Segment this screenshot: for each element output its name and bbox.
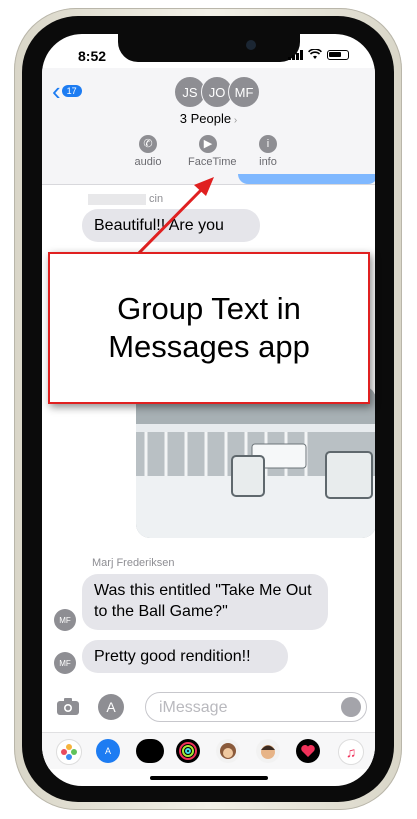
sender-name: cin (88, 193, 163, 205)
sender-name: Marj Frederiksen (92, 557, 175, 569)
header-actions: ✆ audio ▶ FaceTime i info (128, 135, 288, 168)
annotation-callout: Group Text in Messages app (48, 252, 370, 404)
app-store-button[interactable]: A (98, 694, 124, 720)
home-indicator[interactable] (150, 776, 268, 780)
info-icon: i (259, 135, 277, 153)
music-icon[interactable]: ♫ (338, 739, 364, 765)
video-icon: ▶ (199, 135, 217, 153)
activity-icon[interactable] (176, 739, 200, 763)
info-button[interactable]: i info (248, 135, 288, 168)
status-time: 8:52 (78, 48, 107, 64)
app-store-icon[interactable]: A (96, 739, 120, 763)
message-input[interactable]: iMessage (145, 692, 367, 722)
snowy-deck-photo[interactable] (136, 386, 375, 538)
monkey-memoji-icon[interactable] (216, 739, 240, 763)
phone-icon: ✆ (139, 135, 157, 153)
battery-icon (327, 49, 349, 60)
redacted-name (88, 193, 146, 205)
signal-icon (288, 49, 303, 60)
message-bubble[interactable]: Was this entitled "Take Me Out to the Ba… (82, 574, 328, 630)
message-bubble[interactable]: Pretty good rendition!! (82, 640, 288, 673)
group-title-label: 3 People (179, 111, 232, 126)
heart-icon[interactable] (296, 739, 320, 763)
previous-sent-bubble (238, 174, 375, 184)
wifi-icon (308, 49, 322, 59)
photos-icon[interactable] (56, 739, 82, 765)
audio-message-icon[interactable] (341, 697, 361, 717)
facetime-label: FaceTime (188, 156, 237, 168)
unread-count-badge: 17 (61, 85, 82, 97)
memoji-icon[interactable] (256, 739, 280, 763)
avatar: MF (54, 609, 76, 631)
photo-image (136, 386, 375, 538)
app-store-icon: A (106, 699, 116, 715)
audio-label: audio (134, 156, 162, 168)
message-input-placeholder: iMessage (159, 699, 228, 716)
chevron-left-icon: ‹ (52, 76, 61, 106)
chevron-right-icon: › (231, 115, 238, 126)
message-bubble[interactable]: Beautiful!! Are you (82, 209, 260, 242)
camera-icon[interactable] (56, 698, 80, 716)
group-avatars[interactable]: JS JO MF (174, 76, 264, 108)
back-button[interactable]: ‹ 17 (52, 76, 82, 106)
facetime-button[interactable]: ▶ FaceTime (188, 135, 237, 168)
notch (118, 34, 300, 62)
phone-screen: 8:52 ‹ 17 JS JO MF 3 People › ✆ audio ▶ … (42, 34, 375, 786)
status-icons (288, 49, 349, 60)
apple-pay-icon[interactable] (136, 739, 164, 763)
conversation-header: ‹ 17 JS JO MF 3 People › ✆ audio ▶ FaceT… (42, 68, 375, 185)
front-camera (246, 40, 256, 50)
avatar: MF (54, 652, 76, 674)
compose-bar: A iMessage (42, 688, 375, 732)
avatar: MF (228, 76, 260, 108)
info-label: info (259, 156, 277, 168)
audio-button[interactable]: ✆ audio (128, 135, 168, 168)
group-title[interactable]: 3 People › (42, 111, 375, 126)
sender-name-suffix: cin (149, 193, 164, 205)
app-drawer: A ♫ (42, 732, 375, 769)
